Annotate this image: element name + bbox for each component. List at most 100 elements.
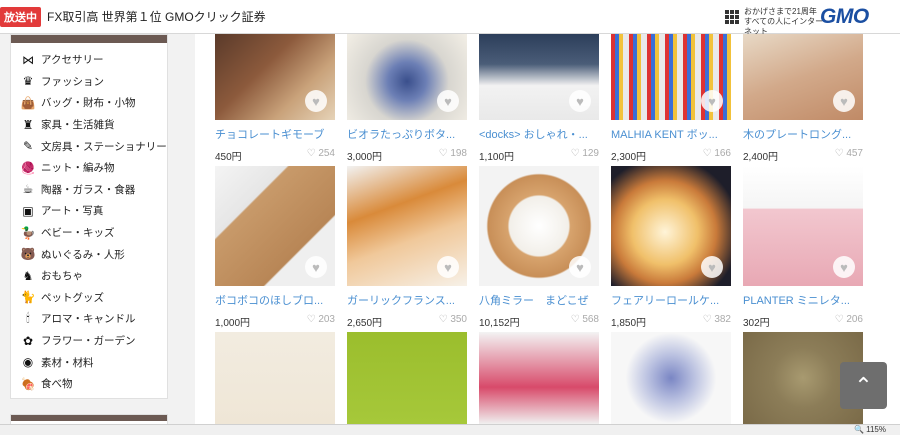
product-image[interactable]: ♥ bbox=[479, 166, 599, 286]
product-image[interactable]: ♥ bbox=[347, 166, 467, 286]
like-count-value: 203 bbox=[318, 314, 335, 325]
product-name[interactable]: ガーリックフランス... bbox=[347, 292, 467, 308]
product-card[interactable]: ♥ 木のプレートロング... 2,400円 ♡ 457 bbox=[743, 34, 863, 163]
product-price: 450円 bbox=[215, 152, 242, 163]
heart-icon[interactable]: ♥ bbox=[305, 90, 327, 112]
sidebar-category-item[interactable]: ♜ 家具・生活雑貨 bbox=[21, 114, 167, 136]
heart-icon[interactable]: ♥ bbox=[437, 90, 459, 112]
product-image[interactable]: ♥ bbox=[743, 34, 863, 120]
product-like-count: ♡ 350 bbox=[439, 314, 467, 329]
banner-title[interactable]: FX取引高 世界第１位 GMOクリック証券 bbox=[47, 8, 266, 25]
product-image[interactable]: ♥ bbox=[743, 166, 863, 286]
product-like-count: ♡ 568 bbox=[571, 314, 599, 329]
gmo-logo[interactable]: GMO bbox=[820, 5, 869, 29]
heart-icon[interactable]: ♥ bbox=[305, 256, 327, 278]
product-image[interactable]: ♥ bbox=[611, 166, 731, 286]
sidebar-category-item[interactable]: 🍖 食べ物 bbox=[21, 373, 167, 395]
duck-icon: 🦆 bbox=[20, 225, 36, 240]
like-count-value: 129 bbox=[582, 148, 599, 159]
bag-icon: 👜 bbox=[20, 95, 36, 110]
product-image[interactable] bbox=[611, 332, 731, 424]
product-card[interactable]: ♥ <docks> おしゃれ・... 1,100円 ♡ 129 bbox=[479, 34, 599, 163]
sidebar-category-item[interactable]: 🐻 ぬいぐるみ・人形 bbox=[21, 243, 167, 265]
product-meta: 2,650円 ♡ 350 bbox=[347, 314, 467, 329]
top-banner[interactable]: 放送中 FX取引高 世界第１位 GMOクリック証券 おかげさまで21周年 すべて… bbox=[0, 0, 900, 37]
heart-icon[interactable]: ♥ bbox=[833, 90, 855, 112]
product-image[interactable] bbox=[479, 332, 599, 424]
sidebar-category-item[interactable]: 🧶 ニット・編み物 bbox=[21, 157, 167, 179]
sidebar-category-item[interactable]: ✿ フラワー・ガーデン bbox=[21, 330, 167, 352]
product-name[interactable]: MALHIA KENT ボッ... bbox=[611, 126, 731, 142]
product-image[interactable] bbox=[215, 332, 335, 424]
heart-icon[interactable]: ♥ bbox=[569, 256, 591, 278]
sidebar-category-item[interactable]: ✎ 文房具・ステーショナリー bbox=[21, 135, 167, 157]
product-name[interactable]: 八角ミラー まどこぜ bbox=[479, 292, 599, 308]
product-card[interactable] bbox=[215, 332, 335, 424]
heart-outline-icon: ♡ bbox=[306, 314, 319, 325]
product-card[interactable] bbox=[347, 332, 467, 424]
sidebar-category-label: 食べ物 bbox=[41, 378, 73, 391]
heart-outline-icon: ♡ bbox=[834, 148, 847, 159]
cup-icon: ☕ bbox=[22, 182, 34, 197]
sidebar-category-item[interactable]: ▣ アート・写真 bbox=[21, 200, 167, 222]
product-name[interactable]: <docks> おしゃれ・... bbox=[479, 126, 599, 142]
category-panel-header bbox=[11, 35, 167, 43]
product-card[interactable] bbox=[611, 332, 731, 424]
sidebar-category-item[interactable]: 🕯 アロマ・キャンドル bbox=[21, 308, 167, 330]
product-image[interactable]: ♥ bbox=[479, 34, 599, 120]
product-card[interactable]: ♥ 八角ミラー まどこぜ 10,152円 ♡ 568 bbox=[479, 166, 599, 329]
product-meta: 2,400円 ♡ 457 bbox=[743, 148, 863, 163]
stationery-icon: ✎ bbox=[22, 139, 34, 154]
sidebar-category-item[interactable]: 🦆 ベビー・キッズ bbox=[21, 222, 167, 244]
sidebar-category-item[interactable]: ◉ 素材・材料 bbox=[21, 351, 167, 373]
scroll-to-top-button[interactable]: ⌃ bbox=[840, 362, 887, 409]
product-image[interactable]: ♥ bbox=[215, 34, 335, 120]
product-card[interactable]: ♥ チョコレートギモーブ 450円 ♡ 254 bbox=[215, 34, 335, 163]
zoom-level[interactable]: 🔍 115% bbox=[854, 425, 886, 434]
sidebar-category-item[interactable]: ♞ おもちゃ bbox=[21, 265, 167, 287]
product-card[interactable]: ♥ ガーリックフランス... 2,650円 ♡ 350 bbox=[347, 166, 467, 329]
heart-icon[interactable]: ♥ bbox=[569, 90, 591, 112]
chevron-up-icon: ⌃ bbox=[854, 372, 873, 398]
heart-outline-icon: ♡ bbox=[570, 314, 583, 325]
product-card[interactable]: ♥ ボコボコのほしブロ... 1,000円 ♡ 203 bbox=[215, 166, 335, 329]
sidebar-category-label: 家具・生活雑貨 bbox=[41, 119, 115, 132]
product-name[interactable]: チョコレートギモーブ bbox=[215, 126, 335, 142]
sidebar-category-item[interactable]: ☕ 陶器・ガラス・食器 bbox=[21, 179, 167, 201]
product-name[interactable]: ボコボコのほしブロ... bbox=[215, 292, 335, 308]
sidebar-category-label: ペットグッズ bbox=[41, 291, 104, 304]
heart-icon[interactable]: ♥ bbox=[701, 90, 723, 112]
product-card[interactable]: ♥ フェアリーロールケ... 1,850円 ♡ 382 bbox=[611, 166, 731, 329]
heart-icon[interactable]: ♥ bbox=[701, 256, 723, 278]
product-name[interactable]: 木のプレートロング... bbox=[743, 126, 863, 142]
product-image[interactable]: ♥ bbox=[347, 34, 467, 120]
food-icon: 🍖 bbox=[20, 376, 36, 391]
promo-text: おかげさまで21周年 すべての人にインターネット bbox=[744, 7, 824, 37]
heart-outline-icon: ♡ bbox=[438, 314, 451, 325]
product-image[interactable]: ♥ bbox=[215, 166, 335, 286]
knit-icon: 🧶 bbox=[20, 160, 36, 175]
like-count-value: 457 bbox=[846, 148, 863, 159]
product-like-count: ♡ 206 bbox=[835, 314, 863, 329]
sidebar-category-label: おもちゃ bbox=[41, 270, 83, 283]
sidebar-category-item[interactable]: 👜 バッグ・財布・小物 bbox=[21, 92, 167, 114]
sidebar-category-item[interactable]: 🐈 ペットグッズ bbox=[21, 287, 167, 309]
sidebar-category-item[interactable]: ♛ ファッション bbox=[21, 71, 167, 93]
product-card[interactable]: ♥ MALHIA KENT ボッ... 2,300円 ♡ 166 bbox=[611, 34, 731, 163]
product-image[interactable]: ♥ bbox=[611, 34, 731, 120]
product-like-count: ♡ 382 bbox=[703, 314, 731, 329]
heart-icon[interactable]: ♥ bbox=[437, 256, 459, 278]
product-card[interactable]: ♥ ビオラたっぷりボタ... 3,000円 ♡ 198 bbox=[347, 34, 467, 163]
product-price: 2,400円 bbox=[743, 152, 779, 163]
like-count-value: 568 bbox=[582, 314, 599, 325]
product-name[interactable]: フェアリーロールケ... bbox=[611, 292, 731, 308]
heart-icon[interactable]: ♥ bbox=[833, 256, 855, 278]
product-name[interactable]: PLANTER ミニレタ... bbox=[743, 292, 863, 308]
product-card[interactable]: ♥ PLANTER ミニレタ... 302円 ♡ 206 bbox=[743, 166, 863, 329]
product-price: 2,300円 bbox=[611, 152, 647, 163]
product-card[interactable] bbox=[479, 332, 599, 424]
apps-grid-icon[interactable] bbox=[725, 10, 739, 24]
sidebar-category-item[interactable]: ⋈ アクセサリー bbox=[21, 49, 167, 71]
product-name[interactable]: ビオラたっぷりボタ... bbox=[347, 126, 467, 142]
product-image[interactable] bbox=[347, 332, 467, 424]
